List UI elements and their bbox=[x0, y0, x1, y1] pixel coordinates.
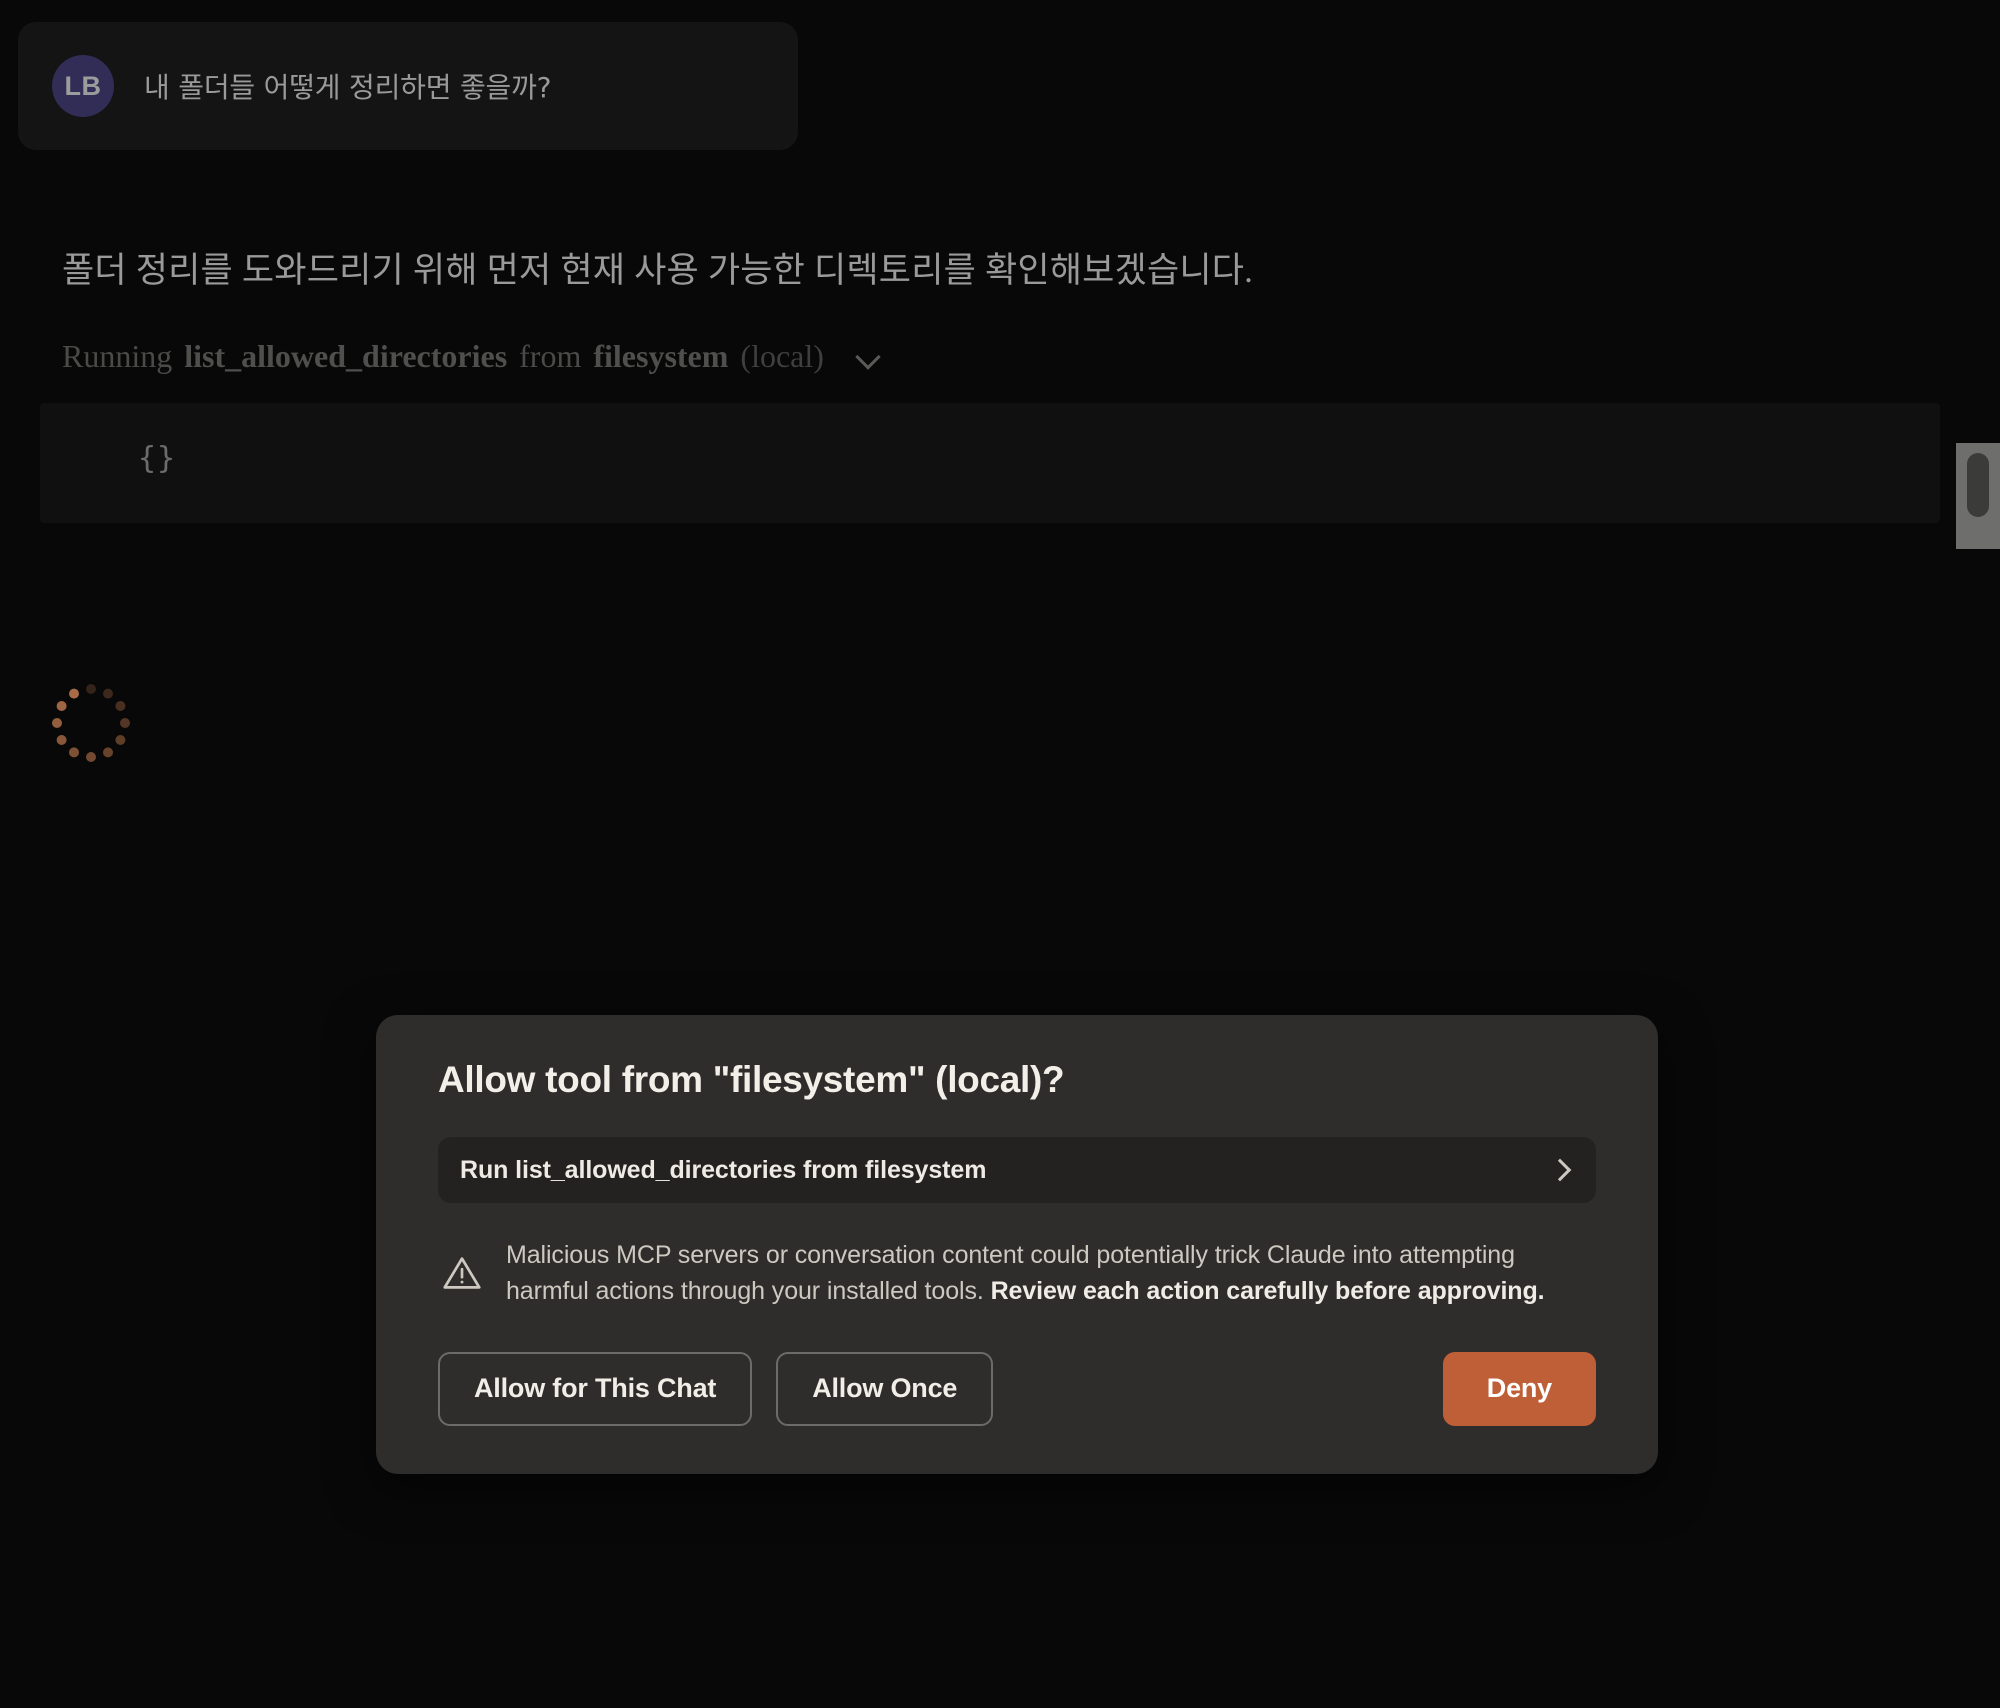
scrollbar[interactable] bbox=[1956, 443, 2000, 549]
tool-request-row[interactable]: Run list_allowed_directories from filesy… bbox=[438, 1137, 1596, 1203]
user-message-text: 내 폴더들 어떻게 정리하면 좋을까? bbox=[144, 71, 552, 104]
scrollbar-thumb[interactable] bbox=[1967, 453, 1989, 517]
spinner-dot bbox=[86, 752, 96, 762]
avatar: LB bbox=[52, 55, 114, 117]
warning-text: Malicious MCP servers or conversation co… bbox=[506, 1237, 1596, 1310]
tool-permission-dialog: Allow tool from "filesystem" (local)? Ru… bbox=[376, 1015, 1658, 1474]
chevron-right-icon[interactable] bbox=[1548, 1159, 1570, 1181]
warning-text-emphasis: Review each action carefully before appr… bbox=[990, 1277, 1545, 1306]
spinner-dot bbox=[115, 735, 126, 745]
tool-running-line[interactable]: Running list_allowed_directories from fi… bbox=[62, 338, 1970, 375]
allow-once-button[interactable]: Allow Once bbox=[776, 1351, 994, 1426]
tool-arguments-panel: {} bbox=[40, 402, 1940, 523]
tool-arguments-code: {} bbox=[138, 440, 177, 476]
tool-server-name: filesystem bbox=[593, 337, 729, 374]
assistant-paragraph: 폴더 정리를 도와드리기 위해 먼저 현재 사용 가능한 디렉토리를 확인해보겠… bbox=[62, 251, 1254, 290]
spinner-dot bbox=[103, 747, 113, 758]
warning-banner: Malicious MCP servers or conversation co… bbox=[438, 1237, 1596, 1310]
spinner-dot bbox=[52, 718, 62, 728]
deny-button[interactable]: Deny bbox=[1442, 1351, 1596, 1426]
loading-spinner bbox=[48, 680, 134, 766]
spinner-dot bbox=[69, 688, 79, 699]
warning-triangle-icon bbox=[438, 1249, 486, 1297]
user-message-bubble: LB 내 폴더들 어떻게 정리하면 좋을까? bbox=[18, 22, 798, 150]
spinner-dot bbox=[69, 747, 79, 758]
spinner-dot bbox=[56, 735, 67, 745]
spinner-dot bbox=[86, 684, 96, 694]
tool-call-block: Running list_allowed_directories from fi… bbox=[40, 338, 1970, 523]
allow-for-this-chat-button[interactable]: Allow for This Chat bbox=[438, 1351, 753, 1426]
tool-running-label: Running bbox=[62, 337, 173, 374]
assistant-message: 폴더 정리를 도와드리기 위해 먼저 현재 사용 가능한 디렉토리를 확인해보겠… bbox=[40, 195, 1970, 523]
tool-scope-label: (local) bbox=[740, 337, 824, 374]
dialog-title: Allow tool from "filesystem" (local)? bbox=[438, 1059, 1065, 1100]
spinner-dot bbox=[120, 718, 130, 728]
tool-from-label: from bbox=[519, 337, 582, 374]
tool-request-label: Run list_allowed_directories from filesy… bbox=[460, 1155, 987, 1184]
spinner-dot bbox=[56, 701, 67, 711]
spinner-dot bbox=[103, 688, 113, 699]
chevron-down-icon[interactable] bbox=[856, 343, 882, 369]
tool-name: list_allowed_directories bbox=[184, 337, 508, 374]
spinner-dot bbox=[115, 701, 126, 711]
dialog-actions: Allow for This Chat Allow Once Deny bbox=[438, 1351, 1596, 1426]
